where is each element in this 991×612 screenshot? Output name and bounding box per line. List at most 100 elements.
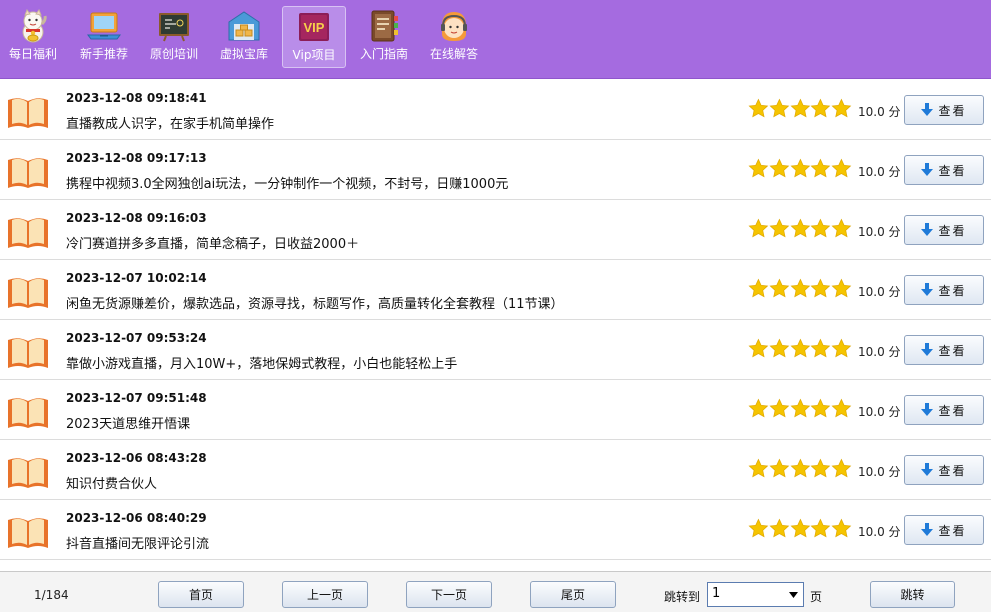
nav-item-online-answers[interactable]: 在线解答 (422, 6, 486, 68)
download-arrow-icon (921, 463, 934, 476)
page-select-value: 1 (712, 586, 721, 601)
star-icon (810, 398, 831, 418)
list-item: 2023-12-07 09:53:24 靠做小游戏直播，月入10W+，落地保姆式… (0, 320, 991, 380)
list-item: 2023-12-07 09:51:48 2023天道思维开悟课 10.0 分 查… (0, 380, 991, 440)
last-page-button[interactable]: 尾页 (530, 581, 616, 608)
list-item: 2023-12-06 08:40:29 抖音直播间无限评论引流 10.0 分 查… (0, 500, 991, 560)
project-list: 2023-12-08 09:18:41 直播教成人识字，在家手机简单操作 10.… (0, 80, 991, 560)
view-button[interactable]: 查看 (904, 455, 984, 485)
jump-button[interactable]: 跳转 (870, 581, 955, 608)
open-book-icon (6, 514, 50, 550)
view-button-label: 查看 (938, 283, 967, 298)
page-select[interactable]: 1 (707, 582, 804, 607)
row-timestamp: 2023-12-06 08:40:29 (66, 511, 207, 525)
jump-to-label: 跳转到 (664, 590, 701, 604)
star-icon (790, 278, 810, 298)
view-button-label: 查看 (938, 403, 967, 418)
rating-stars (748, 278, 852, 300)
row-title[interactable]: 携程中视频3.0全网独创ai玩法，一分钟制作一个视频，不封号，日赚1000元 (66, 173, 508, 192)
open-book-icon (6, 334, 50, 370)
view-button-label: 查看 (938, 223, 967, 238)
rating-stars (748, 518, 852, 540)
row-score: 10.0 分 (858, 165, 901, 179)
download-arrow-icon (921, 403, 934, 416)
star-icon (810, 278, 831, 298)
support-agent-icon (436, 8, 472, 44)
nav-item-getting-started-guide[interactable]: 入门指南 (352, 6, 416, 68)
list-item: 2023-12-08 09:17:13 携程中视频3.0全网独创ai玩法，一分钟… (0, 140, 991, 200)
rating-stars (748, 98, 852, 120)
view-button-label: 查看 (938, 163, 967, 178)
view-button[interactable]: 查看 (904, 395, 984, 425)
view-button-label: 查看 (938, 463, 967, 478)
row-title[interactable]: 直播教成人识字，在家手机简单操作 (66, 113, 274, 132)
next-page-button[interactable]: 下一页 (406, 581, 492, 608)
row-title[interactable]: 抖音直播间无限评论引流 (66, 533, 209, 552)
star-icon (831, 398, 852, 418)
list-item: 2023-12-07 10:02:14 闲鱼无货源赚差价，爆款选品，资源寻找，标… (0, 260, 991, 320)
row-timestamp: 2023-12-07 09:51:48 (66, 391, 207, 405)
nav-item-daily-welfare[interactable]: 每日福利 (1, 6, 65, 68)
star-icon (810, 458, 831, 478)
star-icon (748, 338, 769, 358)
open-book-icon (6, 214, 50, 250)
star-icon (748, 218, 769, 238)
star-icon (831, 338, 852, 358)
star-icon (790, 218, 810, 238)
star-icon (748, 278, 769, 298)
nav-item-beginner-recommend[interactable]: 新手推荐 (72, 6, 136, 68)
star-icon (769, 98, 790, 118)
row-title[interactable]: 2023天道思维开悟课 (66, 413, 190, 432)
download-arrow-icon (921, 163, 934, 176)
star-icon (769, 398, 790, 418)
nav-label: Vip项目 (292, 48, 336, 62)
row-title[interactable]: 知识付费合伙人 (66, 473, 157, 492)
star-icon (790, 518, 810, 538)
rating-stars (748, 338, 852, 360)
row-timestamp: 2023-12-08 09:17:13 (66, 151, 207, 165)
star-icon (748, 398, 769, 418)
star-icon (831, 158, 852, 178)
nav-label: 入门指南 (359, 47, 408, 61)
view-button[interactable]: 查看 (904, 335, 984, 365)
view-button[interactable]: 查看 (904, 155, 984, 185)
open-book-icon (6, 454, 50, 490)
row-title[interactable]: 靠做小游戏直播，月入10W+，落地保姆式教程，小白也能轻松上手 (66, 353, 457, 372)
pagination-bar: 1/184 首页 上一页 下一页 尾页 跳转到 1 页 跳转 (0, 571, 991, 612)
star-icon (810, 158, 831, 178)
nav-item-virtual-treasury[interactable]: 虚拟宝库 (212, 6, 276, 68)
rating-stars (748, 458, 852, 480)
nav-item-vip-project[interactable]: VIP Vip项目 (282, 6, 346, 68)
download-arrow-icon (921, 343, 934, 356)
star-icon (831, 98, 852, 118)
row-score: 10.0 分 (858, 405, 901, 419)
star-icon (831, 518, 852, 538)
open-book-icon (6, 274, 50, 310)
download-arrow-icon (921, 103, 934, 116)
star-icon (769, 278, 790, 298)
row-score: 10.0 分 (858, 465, 901, 479)
open-book-icon (6, 154, 50, 190)
first-page-button[interactable]: 首页 (158, 581, 244, 608)
view-button[interactable]: 查看 (904, 275, 984, 305)
row-timestamp: 2023-12-08 09:18:41 (66, 91, 207, 105)
star-icon (810, 518, 831, 538)
row-title[interactable]: 闲鱼无货源赚差价，爆款选品，资源寻找，标题写作，高质量转化全套教程（11节课） (66, 293, 564, 312)
view-button[interactable]: 查看 (904, 215, 984, 245)
prev-page-button[interactable]: 上一页 (282, 581, 368, 608)
warehouse-icon (226, 8, 262, 44)
star-icon (769, 338, 790, 358)
blackboard-icon (156, 8, 192, 44)
nav-item-original-training[interactable]: 原创培训 (142, 6, 206, 68)
row-timestamp: 2023-12-08 09:16:03 (66, 211, 207, 225)
view-button[interactable]: 查看 (904, 95, 984, 125)
row-score: 10.0 分 (858, 345, 901, 359)
row-title[interactable]: 冷门赛道拼多多直播，简单念稿子，日收益2000＋ (66, 233, 359, 252)
view-button[interactable]: 查看 (904, 515, 984, 545)
download-arrow-icon (921, 223, 934, 236)
row-score: 10.0 分 (858, 225, 901, 239)
row-timestamp: 2023-12-06 08:43:28 (66, 451, 207, 465)
star-icon (810, 98, 831, 118)
star-icon (790, 458, 810, 478)
download-arrow-icon (921, 523, 934, 536)
